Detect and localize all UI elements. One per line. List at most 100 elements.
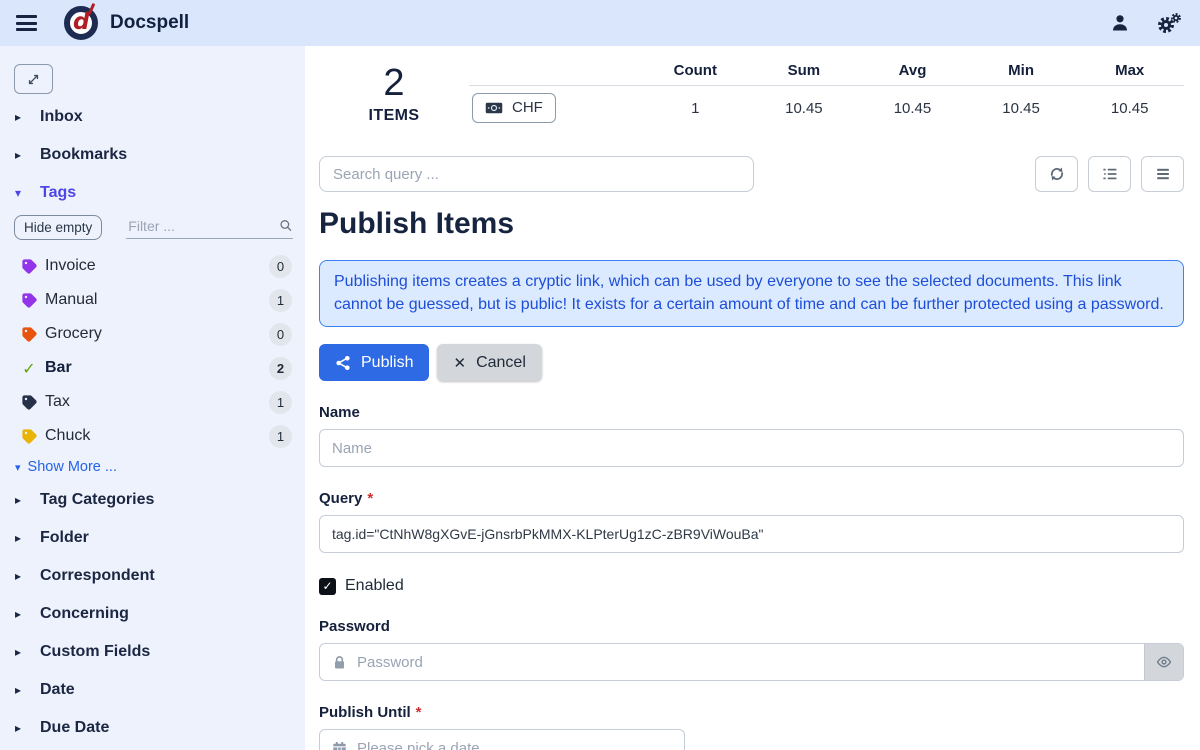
enabled-checkbox[interactable]: ✓	[319, 578, 336, 595]
caret-right-icon: ▸	[15, 721, 40, 735]
caret-down-icon: ▾	[15, 186, 40, 200]
money-bill-icon	[485, 102, 503, 114]
menu-button[interactable]	[1141, 156, 1184, 192]
list-view-button[interactable]	[1088, 156, 1131, 192]
sidebar-sections-top: ▸ Inbox ▸ Bookmarks	[0, 98, 305, 174]
share-icon	[335, 355, 351, 371]
caret-right-icon: ▸	[15, 607, 40, 621]
task-list-icon	[1101, 165, 1119, 183]
sidebar-item-inbox[interactable]: ▸ Inbox	[0, 98, 305, 136]
stat-header-avg: Avg	[858, 62, 967, 79]
search-toolbar	[319, 156, 1184, 192]
sidebar-item-folder[interactable]: ▸ Folder	[0, 519, 305, 557]
app-window: d Docspell	[0, 0, 1200, 750]
stat-header-min: Min	[967, 62, 1076, 79]
tag-count-badge: 0	[269, 323, 292, 346]
tag-icon	[20, 428, 38, 445]
caret-right-icon: ▸	[15, 645, 40, 659]
tag-name: Bar	[45, 359, 72, 377]
search-icon	[279, 218, 293, 233]
tag-filter-field[interactable]	[126, 217, 293, 239]
tag-icon	[20, 326, 38, 343]
stat-header-max: Max	[1075, 62, 1184, 79]
required-marker: *	[416, 704, 422, 721]
required-marker: *	[367, 490, 373, 507]
x-icon: ✕	[453, 354, 466, 372]
sidebar-item-tags[interactable]: ▾ Tags	[0, 174, 305, 212]
sidebar-item-concerning[interactable]: ▸ Concerning	[0, 595, 305, 633]
password-label: Password	[319, 618, 1184, 635]
user-icon[interactable]	[1110, 13, 1130, 33]
enabled-label: Enabled	[345, 577, 404, 595]
tag-row[interactable]: ✓ Manual 1	[0, 283, 305, 317]
docspell-logo: d	[64, 6, 98, 40]
tag-filter-input[interactable]	[126, 217, 279, 235]
tag-icon	[20, 258, 38, 275]
show-password-button[interactable]	[1144, 644, 1183, 680]
collapse-sidebar-button[interactable]	[14, 64, 53, 94]
enabled-row: ✓ Enabled	[319, 577, 1184, 595]
refresh-button[interactable]	[1035, 156, 1078, 192]
tag-count-badge: 1	[269, 391, 292, 414]
stats-summary: 2 ITEMS CountSumAvgMinMax	[319, 56, 1184, 130]
tag-row[interactable]: ✓ Tax 1	[0, 385, 305, 419]
tag-row[interactable]: ✓ Bar 2	[0, 351, 305, 385]
tag-count-badge: 2	[269, 357, 292, 380]
sidebar-sections-bottom: ▸ Tag Categories ▸ Folder ▸ Corresponden…	[0, 481, 305, 750]
cancel-button[interactable]: ✕ Cancel	[437, 344, 541, 381]
action-buttons: Publish ✕ Cancel	[319, 344, 1184, 381]
main-content: 2 ITEMS CountSumAvgMinMax	[305, 46, 1200, 750]
tag-row[interactable]: ✓ Chuck 1	[0, 419, 305, 453]
publish-button[interactable]: Publish	[319, 344, 429, 381]
query-label: Query*	[319, 490, 1184, 507]
hamburger-icon	[1154, 165, 1172, 183]
stat-value-count: 1	[641, 100, 750, 117]
search-query-input[interactable]	[319, 156, 754, 192]
stat-value-min: 10.45	[967, 100, 1076, 117]
refresh-icon	[1048, 165, 1066, 183]
hamburger-menu-icon[interactable]	[16, 15, 37, 31]
check-icon: ✓	[20, 360, 38, 377]
query-input[interactable]	[319, 515, 1184, 553]
caret-right-icon: ▸	[15, 493, 40, 507]
tag-count-badge: 0	[269, 255, 292, 278]
publish-until-input[interactable]	[347, 730, 684, 750]
tag-row[interactable]: ✓ Grocery 0	[0, 317, 305, 351]
sidebar-item-correspondent[interactable]: ▸ Correspondent	[0, 557, 305, 595]
publish-until-label: Publish Until*	[319, 704, 1184, 721]
chevron-down-icon: ▾	[15, 461, 21, 474]
sidebar-item-date[interactable]: ▸ Date	[0, 671, 305, 709]
stat-header-sum: Sum	[750, 62, 859, 79]
sidebar-item-bookmarks[interactable]: ▸ Bookmarks	[0, 136, 305, 174]
caret-right-icon: ▸	[15, 569, 40, 583]
sidebar-item-due-date[interactable]: ▸ Due Date	[0, 709, 305, 747]
items-label: ITEMS	[319, 107, 469, 125]
items-count: 2	[319, 64, 469, 104]
tag-row[interactable]: ✓ Invoice 0	[0, 249, 305, 283]
caret-right-icon: ▸	[15, 110, 40, 124]
eye-icon	[1156, 654, 1172, 670]
sidebar-item-tag-categories[interactable]: ▸ Tag Categories	[0, 481, 305, 519]
show-more-link[interactable]: ▾ Show More ...	[0, 453, 305, 481]
currency-badge: CHF	[472, 93, 556, 123]
password-field-group	[319, 643, 1184, 681]
stat-header-count: Count	[641, 62, 750, 79]
tag-name: Tax	[45, 393, 70, 411]
tag-name: Chuck	[45, 427, 90, 445]
caret-right-icon: ▸	[15, 683, 40, 697]
tag-list: ✓ Invoice 0 ✓ Manual 1 ✓ Grocery 0	[0, 249, 305, 453]
sidebar-item-custom-fields[interactable]: ▸ Custom Fields	[0, 633, 305, 671]
name-input[interactable]	[319, 429, 1184, 467]
tag-icon	[20, 292, 38, 309]
tag-count-badge: 1	[269, 425, 292, 448]
caret-right-icon: ▸	[15, 531, 40, 545]
password-input[interactable]	[347, 644, 1144, 680]
hide-empty-button[interactable]: Hide empty	[14, 215, 102, 240]
stat-value-avg: 10.45	[858, 100, 967, 117]
info-message: Publishing items creates a cryptic link,…	[319, 260, 1184, 327]
stats-table: CountSumAvgMinMax CHF	[469, 56, 1184, 130]
tag-name: Grocery	[45, 325, 102, 343]
name-label: Name	[319, 404, 1184, 421]
expand-diagonal-icon	[26, 72, 41, 87]
gears-settings-icon[interactable]	[1156, 12, 1182, 34]
